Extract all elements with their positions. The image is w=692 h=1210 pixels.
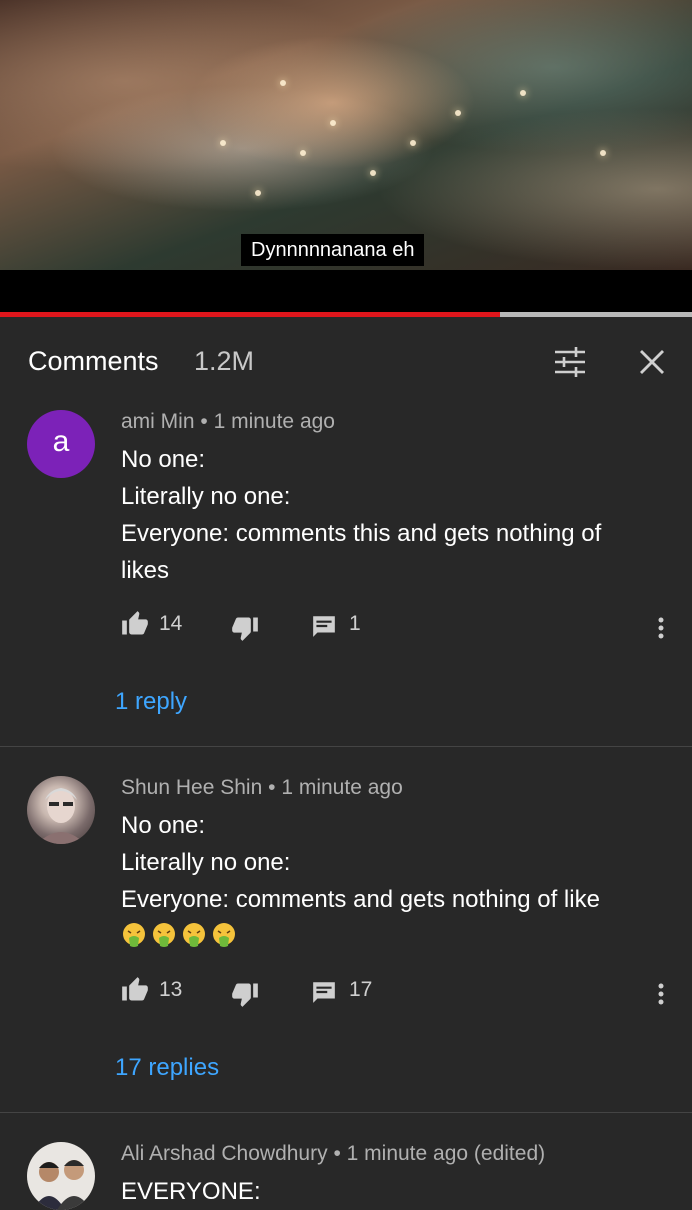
comments-header: Comments 1.2M — [0, 318, 692, 404]
more-vertical-icon — [658, 983, 664, 1005]
comment-meta: ami Min • 1 minute ago — [121, 410, 335, 434]
comment-emoji-line: 🤮🤮🤮🤮 — [121, 920, 241, 948]
comment-text-line: EVERYONE: — [121, 1178, 261, 1205]
reply-button[interactable]: 1 — [311, 610, 371, 640]
comment-actions: 14 1 — [121, 610, 681, 641]
video-player[interactable]: Dynnnnnanana eh — [0, 0, 692, 270]
view-replies-link[interactable]: 1 reply — [115, 688, 187, 716]
close-icon — [640, 350, 664, 374]
video-letterbox — [0, 270, 692, 312]
comments-count: 1.2M — [194, 346, 255, 376]
like-count: 13 — [159, 978, 183, 1001]
comment-time: 1 minute ago (edited) — [346, 1142, 546, 1165]
comment-text-line: No one: — [121, 446, 206, 473]
comment-author[interactable]: Shun Hee Shin — [121, 776, 262, 799]
more-vertical-icon — [658, 617, 664, 639]
comment-text-line: No one: — [121, 812, 206, 839]
comment-meta: Ali Arshad Chowdhury • 1 minute ago (edi… — [121, 1142, 545, 1166]
sort-filter-button[interactable] — [552, 344, 588, 380]
reply-count: 1 — [349, 612, 361, 635]
like-button[interactable]: 14 — [121, 610, 185, 640]
comment-text-line: likes — [121, 557, 170, 584]
avatar-photo — [37, 788, 85, 844]
vomiting-face-icon — [153, 922, 175, 947]
video-progress-bar[interactable] — [0, 312, 692, 317]
comment-divider — [0, 1112, 692, 1113]
dislike-button[interactable] — [231, 976, 261, 1007]
avatar[interactable] — [27, 776, 95, 844]
thumbs-down-icon — [232, 983, 258, 1007]
comment-meta: Shun Hee Shin • 1 minute ago — [121, 776, 403, 800]
like-button[interactable]: 13 — [121, 976, 185, 1006]
dislike-button[interactable] — [231, 610, 261, 641]
close-comments-button[interactable] — [634, 344, 670, 380]
filter-sliders-icon — [555, 347, 585, 377]
vomiting-face-icon — [123, 922, 145, 947]
comment-author[interactable]: ami Min — [121, 410, 195, 433]
comment-text-line: Everyone: comments this and gets nothing… — [121, 520, 602, 547]
reply-count: 17 — [349, 978, 373, 1001]
comment-time: 1 minute ago — [281, 776, 403, 799]
meta-separator: • — [333, 1142, 341, 1165]
comment-divider — [0, 746, 692, 747]
thumbs-down-icon — [232, 617, 258, 641]
comment-bubble-icon — [313, 982, 335, 1003]
like-count: 14 — [159, 612, 183, 635]
video-subtitle: Dynnnnnanana eh — [241, 234, 425, 266]
more-options-button[interactable] — [655, 980, 667, 1010]
more-options-button[interactable] — [655, 614, 667, 644]
avatar-letter: a — [52, 425, 70, 458]
comment-text-line: Literally no one: — [121, 849, 291, 876]
meta-separator: • — [200, 410, 208, 433]
comment-time: 1 minute ago — [213, 410, 335, 433]
comment-author[interactable]: Ali Arshad Chowdhury — [121, 1142, 328, 1165]
vomiting-face-icon — [213, 922, 235, 947]
comment-text-line: Literally no one: — [121, 483, 291, 510]
video-progress-played — [0, 312, 500, 317]
comment-actions: 13 17 — [121, 976, 681, 1007]
meta-separator: • — [268, 776, 276, 799]
thumbs-up-icon — [122, 977, 148, 1001]
comment-bubble-icon — [313, 616, 335, 637]
vomiting-face-icon — [183, 922, 205, 947]
reply-button[interactable]: 17 — [311, 976, 381, 1006]
thumbs-up-icon — [122, 611, 148, 635]
comment-text-line: Everyone: comments and gets nothing of l… — [121, 886, 600, 913]
comments-title: Comments — [28, 346, 159, 376]
view-replies-link[interactable]: 17 replies — [115, 1054, 219, 1082]
avatar[interactable]: a — [27, 410, 95, 478]
